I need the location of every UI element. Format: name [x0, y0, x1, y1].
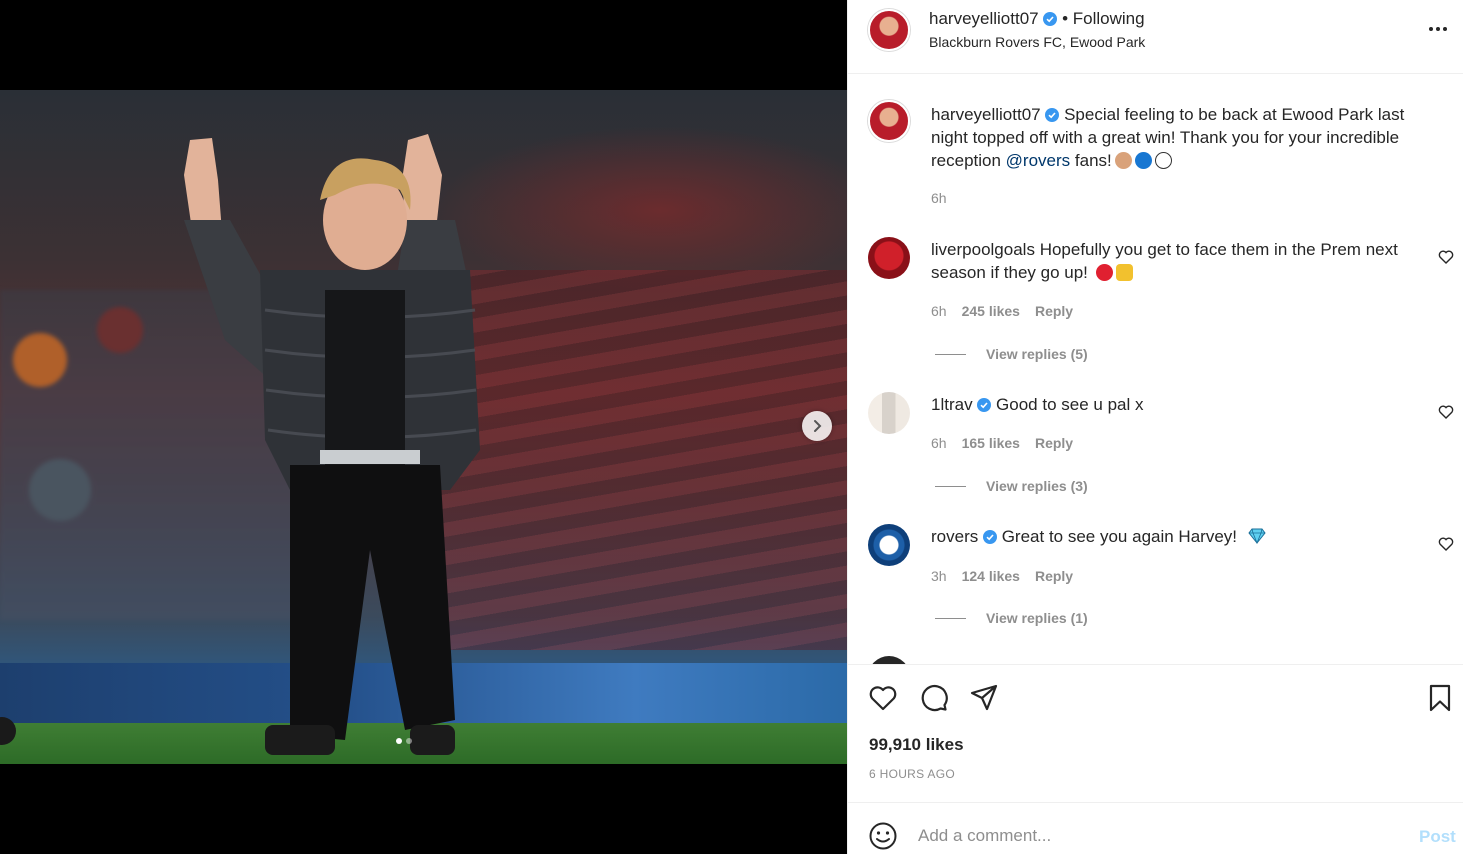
- author-username-text[interactable]: harveyelliott07: [929, 9, 1039, 28]
- comment-timestamp[interactable]: 3h: [931, 568, 947, 584]
- player-figure: [184, 134, 480, 755]
- verified-icon: [982, 530, 997, 544]
- comment-likes[interactable]: 165 likes: [962, 435, 1020, 451]
- view-replies-button[interactable]: View replies (1): [935, 610, 1088, 626]
- verified-icon: [977, 398, 992, 412]
- comment-text: 1ltrav Good to see u pal x: [931, 393, 1431, 416]
- author-username[interactable]: harveyelliott07 • Following: [929, 9, 1145, 29]
- commenter-avatar[interactable]: [868, 656, 910, 664]
- bookmark-icon[interactable]: [1425, 683, 1455, 713]
- carousel-dot-active: [396, 738, 402, 744]
- clapping-hands-emoji: [1114, 152, 1132, 169]
- author-avatar[interactable]: [868, 9, 910, 51]
- comment-input[interactable]: [918, 823, 1398, 849]
- comments-list[interactable]: harveyelliott07 Special feeling to be ba…: [848, 74, 1463, 664]
- commenter-username[interactable]: rovers: [931, 527, 978, 546]
- comment-text: liverpoolgoals Hopefully you get to face…: [931, 238, 1431, 284]
- white-circle-emoji: [1154, 152, 1172, 169]
- comment-body: Good to see u pal x: [996, 395, 1144, 414]
- replies-divider: [935, 617, 966, 619]
- gem-emoji: [1248, 528, 1266, 545]
- heart-icon[interactable]: [1438, 249, 1454, 265]
- reply-button[interactable]: Reply: [1035, 568, 1073, 584]
- post-photo[interactable]: [0, 90, 847, 764]
- post-actions: 99,910 likes 6 HOURS AGO: [848, 664, 1463, 802]
- next-slide-button[interactable]: [802, 411, 832, 441]
- caption-text: harveyelliott07 Special feeling to be ba…: [931, 103, 1431, 172]
- comment-meta: 6h 165 likes Reply: [931, 435, 1073, 451]
- smile-icon[interactable]: [868, 821, 898, 851]
- caption-suffix: fans!: [1070, 151, 1112, 170]
- verified-icon: [1045, 108, 1060, 122]
- view-replies-label[interactable]: View replies (1): [986, 610, 1088, 626]
- post-location[interactable]: Blackburn Rovers FC, Ewood Park: [929, 34, 1145, 50]
- view-replies-label[interactable]: View replies (5): [986, 346, 1088, 362]
- follow-button[interactable]: Following: [1073, 9, 1145, 28]
- comment-meta: 6h 245 likes Reply: [931, 303, 1073, 319]
- post-comment-button[interactable]: Post: [1419, 827, 1456, 847]
- comment-composer: Post: [848, 802, 1463, 854]
- comment-meta: 3h 124 likes Reply: [931, 568, 1073, 584]
- verified-icon: [1043, 12, 1058, 26]
- reply-button[interactable]: Reply: [1035, 435, 1073, 451]
- carousel-dot: [406, 738, 412, 744]
- heart-icon[interactable]: [868, 683, 898, 713]
- commenter-username[interactable]: liverpoolgoals: [931, 240, 1035, 259]
- caption-avatar[interactable]: [868, 100, 910, 142]
- comment-timestamp[interactable]: 6h: [931, 435, 947, 451]
- commenter-avatar[interactable]: [868, 524, 910, 566]
- comment-body: Great to see you again Harvey!: [1001, 527, 1237, 546]
- post-media: [0, 0, 847, 854]
- replies-divider: [935, 485, 966, 487]
- comment-timestamp[interactable]: 6h: [931, 303, 947, 319]
- view-replies-label[interactable]: View replies (3): [986, 478, 1088, 494]
- heart-icon[interactable]: [1438, 536, 1454, 552]
- share-icon[interactable]: [969, 683, 999, 713]
- comment-likes[interactable]: 124 likes: [962, 568, 1020, 584]
- commenter-avatar[interactable]: [868, 392, 910, 434]
- caption-username[interactable]: harveyelliott07: [931, 105, 1041, 124]
- likes-count[interactable]: 99,910 likes: [869, 735, 964, 755]
- comment-text: rovers Great to see you again Harvey!: [931, 525, 1431, 548]
- view-replies-button[interactable]: View replies (5): [935, 346, 1088, 362]
- post-timestamp[interactable]: 6 HOURS AGO: [869, 767, 955, 781]
- commenter-avatar[interactable]: [868, 237, 910, 279]
- more-icon: [1429, 27, 1433, 31]
- heart-icon[interactable]: [1438, 404, 1454, 420]
- header-separator: •: [1062, 9, 1069, 28]
- carousel-indicator: [396, 738, 412, 744]
- chevron-right-icon: [814, 420, 822, 432]
- caption-meta: 6h: [931, 190, 947, 206]
- more-options-button[interactable]: [1426, 17, 1450, 41]
- post-header: harveyelliott07 • Following Blackburn Ro…: [848, 0, 1463, 74]
- red-circle-emoji: [1095, 264, 1113, 281]
- view-replies-button[interactable]: View replies (3): [935, 478, 1088, 494]
- comment-likes[interactable]: 245 likes: [962, 303, 1020, 319]
- blue-circle-emoji: [1134, 152, 1152, 169]
- caption-timestamp[interactable]: 6h: [931, 190, 947, 206]
- caption-mention-link[interactable]: @rovers: [1006, 151, 1071, 170]
- flexed-biceps-emoji: [1115, 264, 1133, 281]
- post-sidebar: harveyelliott07 • Following Blackburn Ro…: [847, 0, 1463, 854]
- commenter-username[interactable]: 1ltrav: [931, 395, 973, 414]
- comment-icon[interactable]: [919, 683, 949, 713]
- reply-button[interactable]: Reply: [1035, 303, 1073, 319]
- replies-divider: [935, 353, 966, 355]
